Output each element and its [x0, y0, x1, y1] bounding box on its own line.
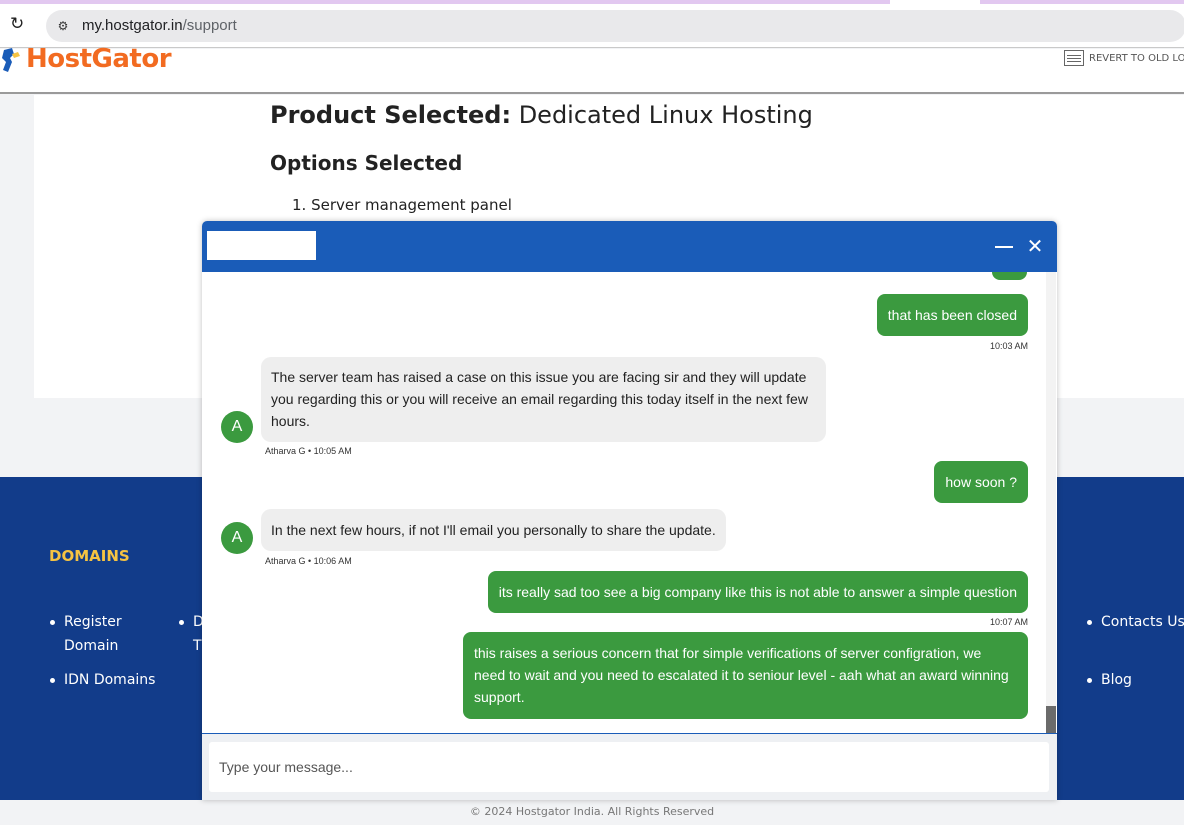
option-item: 1. Server management panel [292, 196, 512, 214]
agent-message-meta: Atharva G • 10:06 AM [265, 556, 352, 566]
options-selected-heading: Options Selected [270, 151, 463, 175]
agent-message: The server team has raised a case on thi… [261, 357, 826, 442]
product-label: Product Selected: [270, 101, 512, 129]
logo-text: HostGator [26, 44, 172, 74]
revert-label: REVERT TO OLD LO [1089, 52, 1184, 64]
user-message: that has been closed [876, 294, 1028, 336]
footer-link-register-domain[interactable]: Register Domain [50, 610, 122, 658]
close-icon[interactable]: ✕ [1026, 236, 1044, 256]
chat-input-area [202, 734, 1057, 800]
product-value: Dedicated Linux Hosting [518, 101, 813, 129]
chat-scrollbar[interactable] [1046, 272, 1056, 733]
layout-icon [1064, 50, 1084, 66]
url-path: /support [182, 17, 237, 34]
reload-icon[interactable]: ↻ [10, 14, 28, 34]
address-bar[interactable]: ⚙ my.hostgator.in/support [46, 10, 1184, 42]
site-header: HostGator REVERT TO OLD LO [0, 44, 1184, 94]
agent-message-meta: Atharva G • 10:05 AM [265, 446, 352, 456]
chat-scrollbar-thumb[interactable] [1046, 706, 1056, 733]
user-message: its really sad too see a big company lik… [487, 571, 1028, 613]
user-message: this raises a serious concern that for s… [463, 632, 1028, 719]
register-line1: Register [64, 614, 122, 630]
browser-toolbar: ↻ ⚙ my.hostgator.in/support [0, 4, 1184, 48]
agent-message: In the next few hours, if not I'll email… [261, 509, 726, 551]
site-info-icon[interactable]: ⚙ [54, 17, 72, 35]
chat-logo-placeholder [207, 231, 316, 260]
user-message: how soon ? [934, 461, 1028, 503]
footer-heading-domains: DOMAINS [49, 547, 130, 565]
chat-header: ✕ [202, 221, 1057, 272]
footer-link-contacts-us[interactable]: Contacts Us [1087, 610, 1184, 634]
chat-message-input[interactable] [209, 742, 1049, 792]
partial-user-bubble [992, 272, 1027, 280]
agent-avatar: A [221, 522, 253, 554]
partial-line2: T [193, 638, 202, 654]
url-text[interactable]: my.hostgator.in/support [82, 17, 237, 34]
footer-link-idn-domains[interactable]: IDN Domains [49, 668, 155, 692]
copyright-text: © 2024 Hostgator India. All Rights Reser… [0, 800, 1184, 825]
agent-avatar: A [221, 411, 253, 443]
register-line2: Domain [64, 638, 119, 654]
gator-logo-icon [2, 48, 20, 72]
minimize-icon[interactable] [995, 246, 1013, 248]
message-time: 10:03 AM [989, 341, 1028, 351]
chat-messages[interactable]: that has been closed 10:03 AM The server… [202, 272, 1057, 734]
product-selected-heading: Product Selected: Dedicated Linux Hostin… [270, 101, 813, 129]
message-time: 10:07 AM [989, 617, 1028, 627]
chat-widget: ✕ that has been closed 10:03 AM The serv… [202, 221, 1057, 800]
url-host: my.hostgator.in [82, 17, 183, 34]
revert-to-old-look-link[interactable]: REVERT TO OLD LO [1064, 50, 1184, 66]
hostgator-logo[interactable]: HostGator [0, 44, 172, 74]
footer-link-blog[interactable]: Blog [1087, 668, 1132, 692]
